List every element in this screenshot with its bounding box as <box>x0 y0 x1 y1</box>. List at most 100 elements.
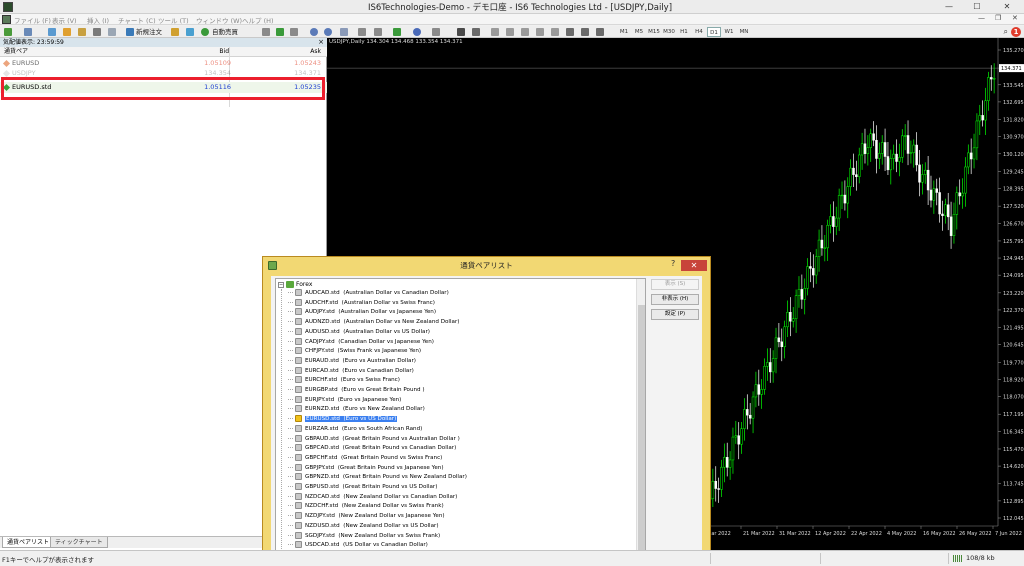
show-symbol-button[interactable]: 表示 (S) <box>651 279 699 290</box>
symbol-list-item[interactable]: GBPCAD.std (Great Britain Pound vs Canad… <box>288 444 456 454</box>
menu-insert[interactable]: 挿入 (I) <box>87 15 109 25</box>
terminal-icon[interactable] <box>93 28 101 36</box>
candlestick-icon[interactable] <box>276 28 284 36</box>
symbol-list-item[interactable]: CADJPY.std (Canadian Dollar vs Japanese … <box>288 337 434 348</box>
symbol-list-item[interactable]: GBPAUD.std (Great Britain Pound vs Austr… <box>288 434 460 445</box>
dialog-help-button[interactable]: ? <box>671 259 675 268</box>
timeframe-m15[interactable]: M15 <box>647 27 661 37</box>
symbol-list-item[interactable]: EURZAR.std (Euro vs South African Rand) <box>288 424 422 435</box>
tree-scrollbar[interactable] <box>636 279 645 565</box>
timeframe-h1[interactable]: H1 <box>677 27 691 37</box>
dialog-close-button[interactable]: ✕ <box>681 260 707 271</box>
symbol-list-item[interactable]: SGDJPY.std (New Zealand Dollar vs Swiss … <box>288 531 440 542</box>
alert-badge[interactable]: 1 <box>1011 27 1021 37</box>
symbol-list-item[interactable]: GBPJPY.std (Great Britain Pound vs Japan… <box>288 463 444 474</box>
auto-trading-icon[interactable] <box>201 28 209 36</box>
chart-shift-icon[interactable] <box>358 28 366 36</box>
arrows-icon[interactable] <box>596 28 604 36</box>
menu-charts[interactable]: チャート (C) <box>118 15 156 25</box>
symbol-list-item[interactable]: EURUSD.std (Euro vs US Dollar) <box>288 415 398 425</box>
fibonacci-icon[interactable] <box>551 28 559 36</box>
tab-tick-chart[interactable]: ティックチャート <box>50 537 108 548</box>
new-order-icon[interactable] <box>126 28 134 36</box>
symbol-list-item[interactable]: GBPUSD.std (Great Britain Pound vs US Do… <box>288 483 437 493</box>
symbol-list-item[interactable]: EURCHF.std (Euro vs Swiss Franc) <box>288 376 400 386</box>
menu-tools[interactable]: ツール (T) <box>158 15 189 25</box>
signals-icon[interactable] <box>186 28 194 36</box>
channel-icon[interactable] <box>536 28 544 36</box>
market-watch-icon[interactable] <box>48 28 56 36</box>
indicators-icon[interactable] <box>393 28 401 36</box>
profiles-icon[interactable] <box>24 28 32 36</box>
symbol-list-item[interactable]: AUDJPY.std (Australian Dollar vs Japanes… <box>288 308 436 318</box>
symbol-list-item[interactable]: GBPNZD.std (Great Britain Pound vs New Z… <box>288 473 467 483</box>
chart-window-icon[interactable] <box>2 15 11 24</box>
symbol-list-item[interactable]: EURAUD.std (Euro vs Australian Dollar) <box>288 356 416 367</box>
zoom-out-icon[interactable] <box>324 28 332 36</box>
data-window-icon[interactable] <box>63 28 71 36</box>
symbol-list-item[interactable]: AUDCHF.std (Australian Dollar vs Swiss F… <box>288 298 435 309</box>
cursor-icon[interactable] <box>457 28 465 36</box>
timeframe-m30[interactable]: M30 <box>662 27 676 37</box>
zoom-in-icon[interactable] <box>310 28 318 36</box>
minimize-button[interactable]: — <box>938 0 960 13</box>
mdi-minimize-button[interactable]: — <box>978 14 985 22</box>
column-ask[interactable]: Ask <box>310 47 321 57</box>
timeframe-h4[interactable]: H4 <box>692 27 706 37</box>
search-icon[interactable]: ⌕ <box>1004 27 1008 37</box>
column-bid[interactable]: Bid <box>219 47 229 57</box>
timeframe-mn[interactable]: MN <box>737 27 751 37</box>
tree-node-forex[interactable]: − Forex <box>278 280 312 289</box>
menu-file[interactable]: ファイル (F) <box>14 15 51 25</box>
new-chart-icon[interactable] <box>4 28 12 36</box>
timeframe-w1[interactable]: W1 <box>722 27 736 37</box>
auto-scroll-icon[interactable] <box>374 28 382 36</box>
collapse-icon[interactable]: − <box>278 281 284 288</box>
horizontal-line-icon[interactable] <box>506 28 514 36</box>
mdi-close-button[interactable]: ✕ <box>1012 14 1018 22</box>
auto-trading-button[interactable]: 自動売買 <box>212 27 238 37</box>
tab-symbols[interactable]: 通貨ペアリスト <box>2 537 55 548</box>
menu-view[interactable]: 表示 (V) <box>52 15 77 25</box>
mdi-restore-button[interactable]: ❐ <box>995 14 1001 22</box>
close-button[interactable]: ✕ <box>996 0 1018 13</box>
menu-window[interactable]: ウィンドウ (W) <box>196 15 242 25</box>
symbol-list-item[interactable]: NZDCAD.std (New Zealand Dollar vs Canadi… <box>288 492 457 503</box>
trendline-icon[interactable] <box>521 28 529 36</box>
symbol-list-item[interactable]: EURGBP.std (Euro vs Great Britain Pound … <box>288 386 425 396</box>
crosshair-icon[interactable] <box>472 28 480 36</box>
symbol-tree[interactable]: − Forex AUDCAD.std (Australian Dollar vs … <box>275 278 646 566</box>
tile-windows-icon[interactable] <box>340 28 348 36</box>
timeframe-d1[interactable]: D1 <box>707 27 721 37</box>
label-icon[interactable] <box>581 28 589 36</box>
periods-icon[interactable] <box>413 28 421 36</box>
vertical-line-icon[interactable] <box>491 28 499 36</box>
symbol-list-item[interactable]: CHFJPY.std (Swiss Frank vs Japanese Yen) <box>288 347 421 357</box>
line-chart-icon[interactable] <box>290 28 298 36</box>
templates-icon[interactable] <box>432 28 440 36</box>
symbol-properties-button[interactable]: 設定 (P) <box>651 309 699 320</box>
scrollbar-thumb[interactable] <box>638 305 645 563</box>
tester-icon[interactable] <box>108 28 116 36</box>
menu-help[interactable]: ヘルプ (H) <box>242 15 274 25</box>
symbol-list-item[interactable]: EURJPY.std (Euro vs Japanese Yen) <box>288 395 401 406</box>
symbol-list-item[interactable]: NZDCHF.std (New Zealand Dollar vs Swiss … <box>288 502 444 512</box>
navigator-icon[interactable] <box>78 28 86 36</box>
market-watch-close-button[interactable]: × <box>318 38 324 47</box>
maximize-button[interactable]: ☐ <box>966 0 988 13</box>
symbol-list-item[interactable]: EURNZD.std (Euro vs New Zealand Dollar) <box>288 405 425 415</box>
symbol-list-item[interactable]: AUDNZD.std (Australian Dollar vs New Zea… <box>288 318 459 328</box>
bar-chart-icon[interactable] <box>262 28 270 36</box>
text-icon[interactable] <box>566 28 574 36</box>
symbol-list-item[interactable]: AUDUSD.std (Australian Dollar vs US Doll… <box>288 327 430 338</box>
symbol-list-item[interactable]: AUDCAD.std (Australian Dollar vs Canadia… <box>288 289 449 299</box>
new-order-button[interactable]: 新規注文 <box>136 27 162 37</box>
column-symbol[interactable]: 通貨ペア <box>4 47 28 57</box>
hide-symbol-button[interactable]: 非表示 (H) <box>651 294 699 305</box>
symbol-list-item[interactable]: NZDUSD.std (New Zealand Dollar vs US Dol… <box>288 521 439 532</box>
symbol-list-item[interactable]: EURCAD.std (Euro vs Canadian Dollar) <box>288 366 414 377</box>
metaeditor-icon[interactable] <box>171 28 179 36</box>
timeframe-m5[interactable]: M5 <box>632 27 646 37</box>
timeframe-m1[interactable]: M1 <box>617 27 631 37</box>
symbol-list-item[interactable]: NZDJPY.std (New Zealand Dollar vs Japane… <box>288 512 445 522</box>
